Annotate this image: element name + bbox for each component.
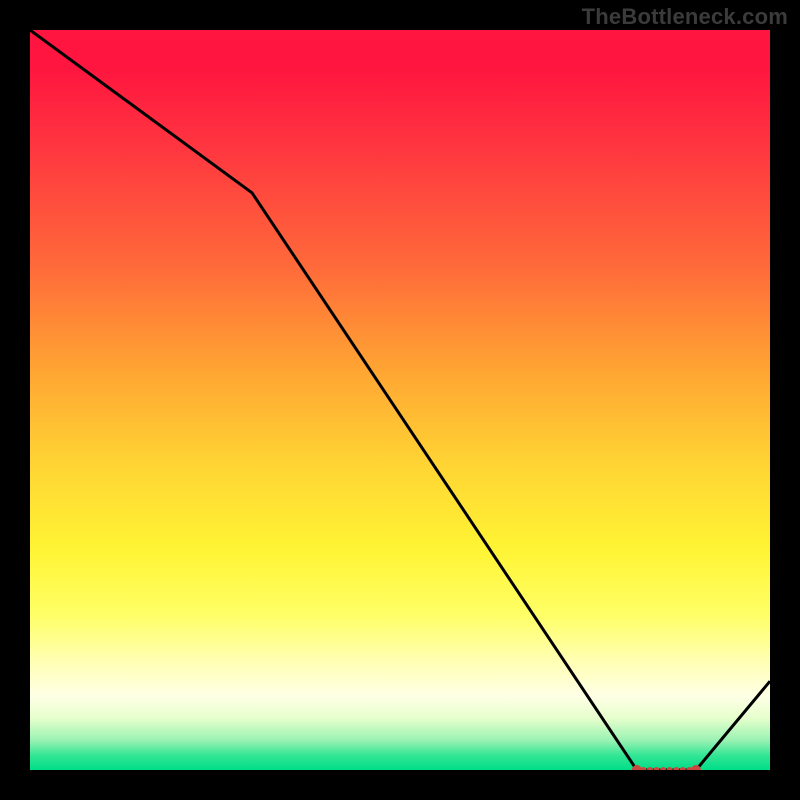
chart-container: TheBottleneck.com (0, 0, 800, 800)
line-plot (30, 30, 770, 770)
bottleneck-curve-line (30, 30, 770, 770)
watermark-text: TheBottleneck.com (582, 4, 788, 30)
